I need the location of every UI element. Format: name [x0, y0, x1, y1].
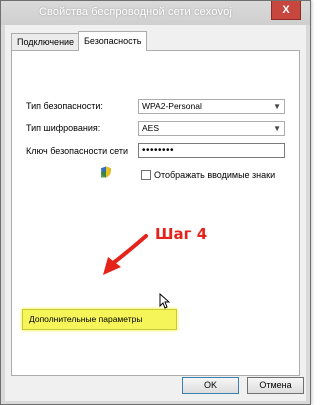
ok-button[interactable]: OK — [182, 377, 239, 394]
chevron-down-icon: ▼ — [273, 124, 281, 133]
title-bar[interactable]: Свойства беспроводной сети cexovoj X — [1, 1, 310, 25]
security-panel: Тип безопасности: WPA2-Personal ▼ Тип ши… — [11, 50, 300, 376]
show-characters-label: Отображать вводимые знаки — [154, 170, 276, 180]
dialog-client-area: Подключение Безопасность Тип безопасност… — [5, 25, 306, 401]
cancel-button[interactable]: Отмена — [247, 377, 304, 394]
security-key-label: Ключ безопасности сети — [26, 146, 128, 156]
wireless-properties-window: Свойства беспроводной сети cexovoj X Под… — [0, 0, 311, 405]
chevron-down-icon: ▼ — [273, 102, 281, 111]
close-button[interactable]: X — [271, 1, 301, 20]
shield-icon — [101, 166, 111, 178]
security-key-input[interactable]: •••••••• — [138, 143, 285, 158]
security-type-value: WPA2-Personal — [142, 101, 202, 111]
advanced-settings-button[interactable]: Дополнительные параметры — [22, 309, 177, 330]
window-title: Свойства беспроводной сети cexovoj — [39, 6, 232, 18]
show-characters-checkbox[interactable] — [141, 170, 151, 180]
encryption-type-label: Тип шифрования: — [26, 123, 101, 133]
tab-security[interactable]: Безопасность — [78, 31, 148, 51]
security-type-select[interactable]: WPA2-Personal ▼ — [138, 99, 285, 114]
mouse-pointer-icon — [159, 293, 170, 309]
tab-connection[interactable]: Подключение — [11, 33, 81, 50]
encryption-type-value: AES — [142, 123, 160, 133]
step-annotation: Шаг 4 — [155, 225, 208, 243]
encryption-type-select[interactable]: AES ▼ — [138, 121, 285, 136]
security-type-label: Тип безопасности: — [26, 101, 103, 111]
